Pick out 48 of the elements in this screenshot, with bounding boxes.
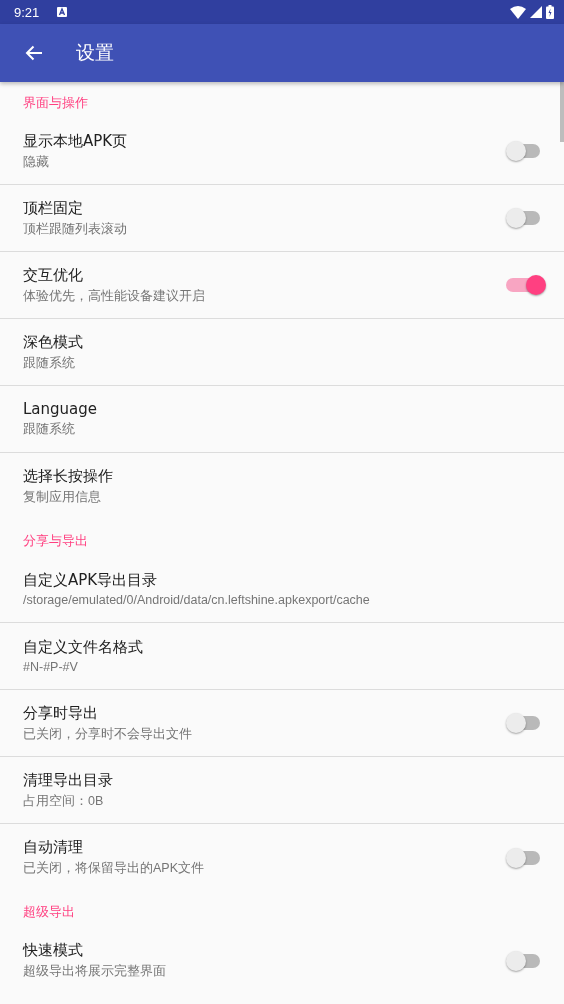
section-header: 界面与操作 — [22, 94, 89, 112]
setting-title: 顶栏固定 — [23, 198, 83, 218]
setting-title: 选择长按操作 — [23, 467, 113, 486]
setting-summary: 复制应用信息 — [23, 489, 101, 506]
app-bar-title: 设置 — [76, 40, 114, 65]
settings-item[interactable]: 选择长按操作 复制应用信息 — [0, 453, 564, 520]
setting-summary: /storage/emulated/0/Android/data/cn.leftshine.apkexport/cache — [23, 593, 370, 607]
setting-title: 分享时导出 — [23, 703, 98, 723]
section-header: 超级导出 — [22, 903, 76, 921]
setting-summary: 已关闭，分享时不会导出文件 — [23, 725, 192, 743]
settings-item[interactable]: 分享时导出 已关闭，分享时不会导出文件 — [0, 690, 564, 757]
setting-summary: #N-#P-#V — [23, 660, 78, 674]
settings-item[interactable]: 交互优化 体验优先，高性能设备建议开启 — [0, 252, 564, 319]
setting-title: 自定义文件名格式 — [23, 638, 143, 657]
setting-summary: 已关闭，将保留导出的APK文件 — [23, 860, 204, 877]
settings-item[interactable]: 深色模式 跟随系统 — [0, 319, 564, 386]
notification-icon — [57, 7, 68, 17]
setting-summary: 超级导出将展示完整界面 — [23, 963, 166, 980]
setting-title: 深色模式 — [23, 332, 83, 352]
setting-title: Language — [23, 400, 98, 418]
setting-title: 自定义APK导出目录 — [23, 571, 158, 590]
setting-title: 显示本地APK页 — [23, 131, 128, 151]
toggle-switch[interactable] — [506, 275, 546, 295]
setting-summary: 跟随系统 — [23, 421, 75, 438]
setting-title: 快速模式 — [23, 941, 83, 960]
setting-summary: 跟随系统 — [23, 354, 75, 372]
setting-summary: 体验优先，高性能设备建议开启 — [23, 287, 205, 305]
battery-icon — [546, 5, 554, 19]
signal-icon — [530, 6, 542, 18]
section-header: 分享与导出 — [22, 532, 89, 550]
settings-item[interactable]: 自定义文件名格式 #N-#P-#V — [0, 623, 564, 690]
setting-summary: 顶栏跟随列表滚动 — [23, 220, 127, 238]
settings-item[interactable]: 自动清理 已关闭，将保留导出的APK文件 — [0, 824, 564, 891]
settings-item[interactable]: 自定义APK导出目录 /storage/emulated/0/Android/data/cn.leftshine.apkexport/cache — [0, 556, 564, 623]
settings-item[interactable]: 顶栏固定 顶栏跟随列表滚动 — [0, 185, 564, 252]
setting-title: 交互优化 — [23, 265, 83, 285]
settings-item[interactable]: 清理导出目录 占用空间：0B — [0, 757, 564, 824]
status-time: 9:21 — [14, 4, 40, 20]
settings-item[interactable]: Language 跟随系统 — [0, 386, 564, 453]
back-icon[interactable] — [25, 45, 43, 61]
scrollbar — [560, 82, 564, 142]
setting-summary: 隐藏 — [23, 153, 49, 171]
setting-title: 自动清理 — [23, 838, 83, 857]
settings-item[interactable]: 快速模式 超级导出将展示完整界面 — [0, 927, 564, 994]
settings-item[interactable]: 显示本地APK页 隐藏 — [0, 118, 564, 185]
wifi-icon — [510, 5, 526, 19]
setting-summary: 占用空间：0B — [23, 792, 104, 810]
setting-title: 清理导出目录 — [23, 770, 113, 790]
